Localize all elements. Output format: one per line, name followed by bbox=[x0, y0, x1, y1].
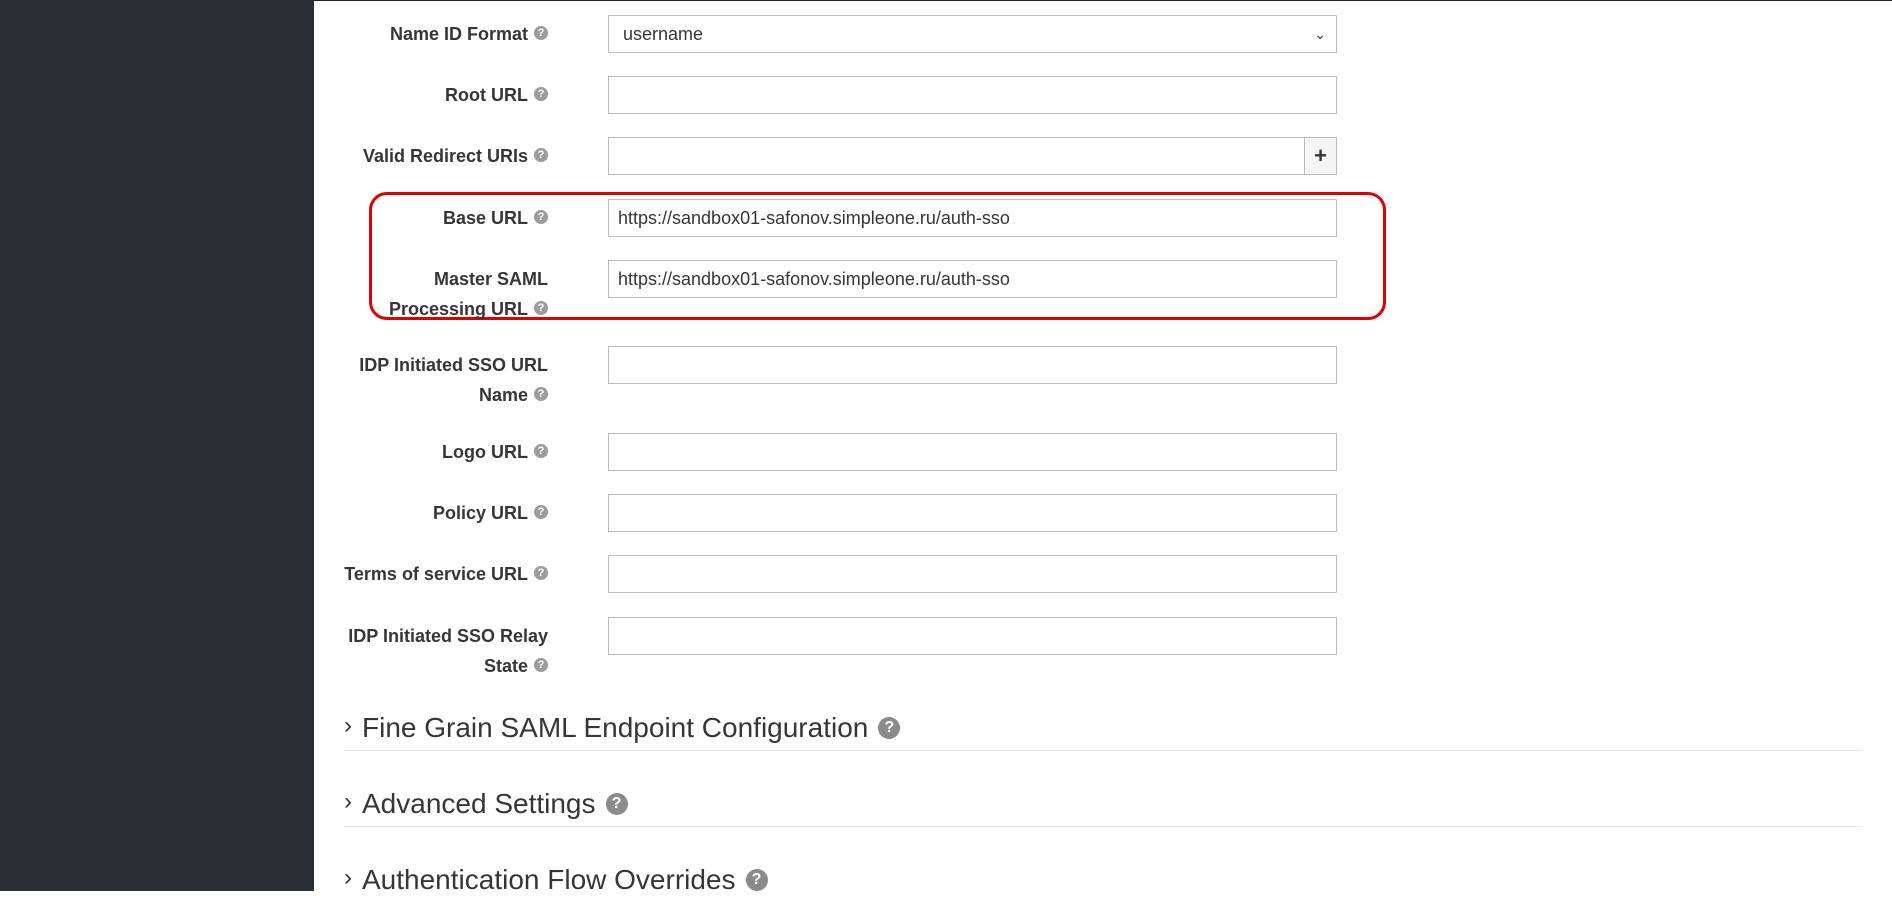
base-url-row: Base URL? bbox=[314, 199, 1344, 237]
valid-redirect-uris-row: Valid Redirect URIs? + bbox=[314, 137, 1344, 175]
name-id-format-select[interactable]: username ⌄ bbox=[608, 15, 1337, 53]
chevron-right-icon: › bbox=[344, 788, 352, 815]
left-sidebar bbox=[0, 0, 314, 891]
idp-sso-url-name-input[interactable] bbox=[608, 346, 1337, 384]
valid-redirect-uris-label: Valid Redirect URIs? bbox=[314, 141, 548, 171]
help-icon[interactable]: ? bbox=[534, 87, 548, 102]
name-id-format-row: Name ID Format? username ⌄ bbox=[314, 15, 1344, 53]
help-icon[interactable]: ? bbox=[534, 301, 548, 316]
root-url-row: Root URL? bbox=[314, 76, 1344, 114]
base-url-input[interactable] bbox=[608, 199, 1337, 237]
help-icon[interactable]: ? bbox=[878, 716, 901, 739]
logo-url-row: Logo URL? bbox=[314, 433, 1344, 471]
master-saml-input[interactable] bbox=[608, 260, 1337, 298]
idp-relay-state-input[interactable] bbox=[608, 617, 1337, 655]
help-icon[interactable]: ? bbox=[534, 387, 548, 402]
section-advanced-settings[interactable]: › Advanced Settings? bbox=[344, 782, 1862, 827]
help-icon[interactable]: ? bbox=[534, 658, 548, 673]
logo-url-label: Logo URL? bbox=[314, 437, 548, 467]
section-title: Fine Grain SAML Endpoint Configuration bbox=[362, 712, 869, 743]
idp-sso-url-name-label: IDP Initiated SSO URL Name? bbox=[359, 355, 548, 405]
idp-sso-url-name-row: IDP Initiated SSO URL Name? bbox=[314, 346, 1344, 406]
name-id-format-label: Name ID Format? bbox=[314, 19, 548, 49]
root-url-label: Root URL? bbox=[314, 80, 548, 110]
help-icon[interactable]: ? bbox=[534, 566, 548, 581]
chevron-right-icon: › bbox=[344, 864, 352, 891]
master-saml-label: Master SAML Processing URL? bbox=[388, 269, 548, 319]
help-icon[interactable]: ? bbox=[534, 210, 548, 225]
valid-redirect-uris-input[interactable] bbox=[608, 137, 1305, 175]
add-redirect-uri-button[interactable]: + bbox=[1304, 137, 1337, 175]
terms-url-input[interactable] bbox=[608, 555, 1337, 593]
policy-url-row: Policy URL? bbox=[314, 494, 1344, 532]
logo-url-input[interactable] bbox=[608, 433, 1337, 471]
help-icon[interactable]: ? bbox=[534, 505, 548, 520]
section-title: Authentication Flow Overrides bbox=[362, 864, 736, 895]
help-icon[interactable]: ? bbox=[534, 26, 548, 41]
chevron-right-icon: › bbox=[344, 712, 352, 739]
master-saml-row: Master SAML Processing URL? bbox=[314, 260, 1344, 320]
help-icon[interactable]: ? bbox=[745, 868, 768, 891]
terms-url-label: Terms of service URL? bbox=[314, 559, 548, 589]
chevron-down-icon: ⌄ bbox=[1314, 26, 1326, 42]
base-url-label: Base URL? bbox=[314, 203, 548, 233]
section-title: Advanced Settings bbox=[362, 788, 596, 819]
policy-url-input[interactable] bbox=[608, 494, 1337, 532]
section-fine-grain-saml[interactable]: › Fine Grain SAML Endpoint Configuration… bbox=[344, 706, 1862, 751]
section-authentication-flow-overrides[interactable]: › Authentication Flow Overrides? bbox=[344, 858, 1862, 902]
root-url-input[interactable] bbox=[608, 76, 1337, 114]
help-icon[interactable]: ? bbox=[534, 148, 548, 163]
client-settings-form: Name ID Format? username ⌄ Root URL? Val… bbox=[314, 0, 1892, 895]
name-id-format-value: username bbox=[623, 24, 704, 44]
policy-url-label: Policy URL? bbox=[314, 498, 548, 528]
help-icon[interactable]: ? bbox=[534, 444, 548, 459]
idp-relay-state-row: IDP Initiated SSO Relay State? bbox=[314, 617, 1344, 677]
idp-relay-state-label: IDP Initiated SSO Relay State? bbox=[348, 626, 548, 676]
terms-url-row: Terms of service URL? bbox=[314, 555, 1344, 593]
help-icon[interactable]: ? bbox=[605, 792, 628, 815]
